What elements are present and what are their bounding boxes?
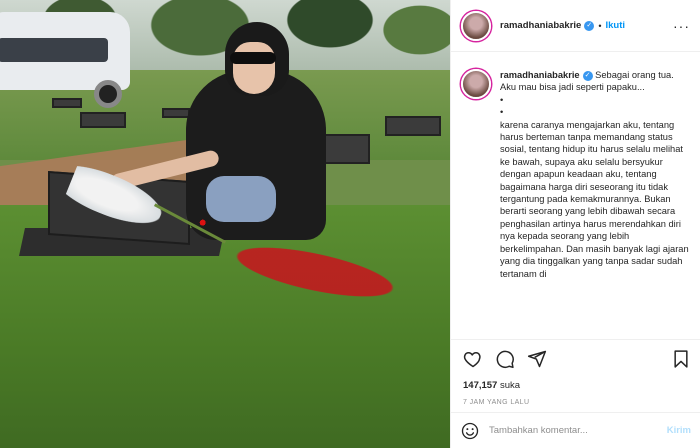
caption-row: ramadhaniabakrie ✓ Sebagai orang tua. Aku… <box>461 69 691 280</box>
photo-sunglasses <box>230 52 276 64</box>
heart-icon[interactable] <box>463 349 483 369</box>
add-comment-bar: Kirim <box>451 412 700 448</box>
verified-badge-icon: ✓ <box>584 20 595 31</box>
photo-headstone <box>162 108 190 118</box>
caption-area[interactable]: ramadhaniabakrie ✓ Sebagai orang tua. Aku… <box>451 53 700 339</box>
likes-suffix: suka <box>499 380 521 391</box>
bookmark-icon[interactable] <box>671 349 691 369</box>
caption: ramadhaniabakrie ✓ Sebagai orang tua. Aku… <box>500 69 691 280</box>
photo-car-wheel <box>94 80 122 108</box>
caption-text: Sebagai orang tua. Aku mau bisa jadi sep… <box>500 70 689 279</box>
photo-car <box>0 12 130 90</box>
post-sidebar: ramadhaniabakrie ✓ • Ikuti ··· ramadhani… <box>450 0 700 448</box>
likes-count[interactable]: 147,157 suka <box>463 380 691 391</box>
photo-headstone <box>385 116 441 136</box>
emoji-icon[interactable] <box>461 422 479 440</box>
post-header: ramadhaniabakrie ✓ • Ikuti ··· <box>451 0 700 52</box>
avatar[interactable] <box>461 10 491 41</box>
post-timestamp[interactable]: 7 JAM YANG LALU <box>463 399 691 406</box>
header-username[interactable]: ramadhaniabakrie <box>500 20 581 31</box>
photo-headstone <box>52 98 82 108</box>
photo-headstone <box>80 112 126 128</box>
photo-person-face <box>233 42 275 94</box>
likes-number: 147,157 <box>463 380 498 391</box>
caption-verified-badge-icon: ✓ <box>582 70 593 81</box>
action-icons <box>463 348 691 370</box>
comment-input[interactable] <box>489 425 649 436</box>
separator-dot: • <box>598 20 602 31</box>
caption-avatar[interactable] <box>461 69 491 99</box>
post-photo[interactable] <box>0 0 450 448</box>
post-comment-button[interactable]: Kirim <box>667 425 691 436</box>
comment-icon[interactable] <box>495 349 515 369</box>
action-bar: 147,157 suka 7 JAM YANG LALU <box>451 339 700 406</box>
more-options-icon[interactable]: ··· <box>673 18 690 34</box>
share-icon[interactable] <box>527 349 547 369</box>
follow-button[interactable]: Ikuti <box>605 20 625 31</box>
caption-username[interactable]: ramadhaniabakrie <box>500 70 580 80</box>
